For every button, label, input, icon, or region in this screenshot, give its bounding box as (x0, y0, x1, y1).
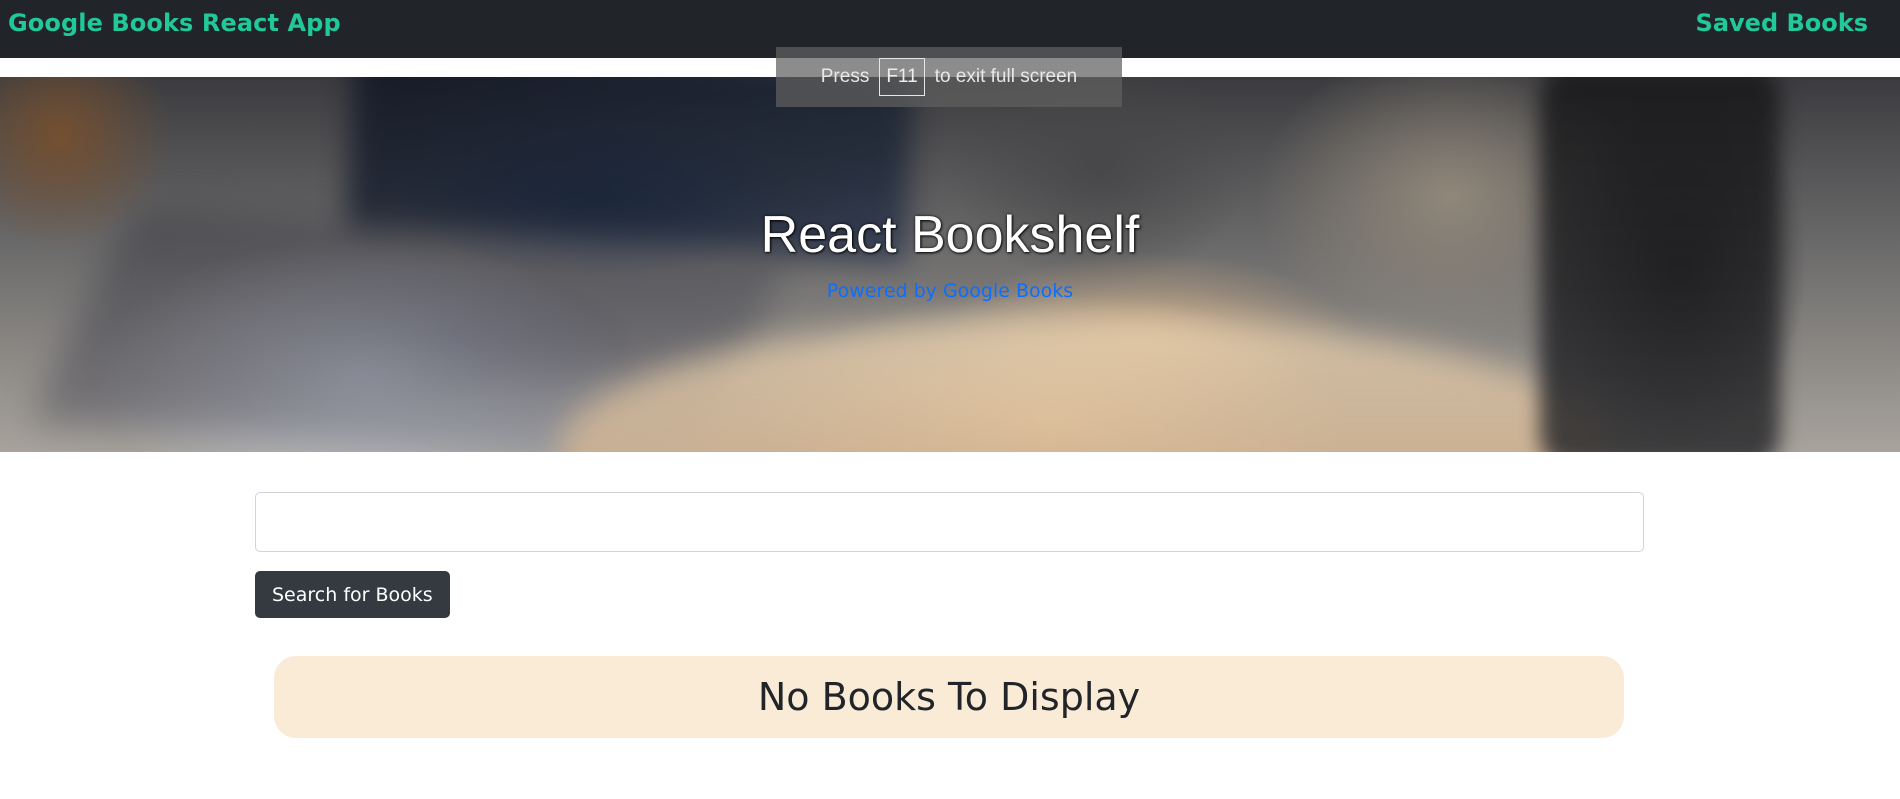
saved-books-link[interactable]: Saved Books (1696, 9, 1868, 37)
hero-title: React Bookshelf (760, 206, 1140, 264)
empty-results-banner: No Books To Display (274, 656, 1624, 738)
fullscreen-notice: Press F11 to exit full screen (776, 47, 1122, 107)
fullscreen-notice-key: F11 (879, 58, 925, 96)
fullscreen-notice-press: Press (820, 66, 870, 87)
fullscreen-notice-suffix: to exit full screen (934, 66, 1078, 87)
empty-results-message: No Books To Display (757, 675, 1141, 719)
hero-banner: React Bookshelf Powered by Google Books (0, 77, 1900, 452)
search-input[interactable] (255, 492, 1644, 552)
search-button[interactable]: Search for Books (255, 571, 450, 618)
hero-subtitle: Powered by Google Books (826, 280, 1074, 302)
brand-link[interactable]: Google Books React App (8, 9, 341, 37)
